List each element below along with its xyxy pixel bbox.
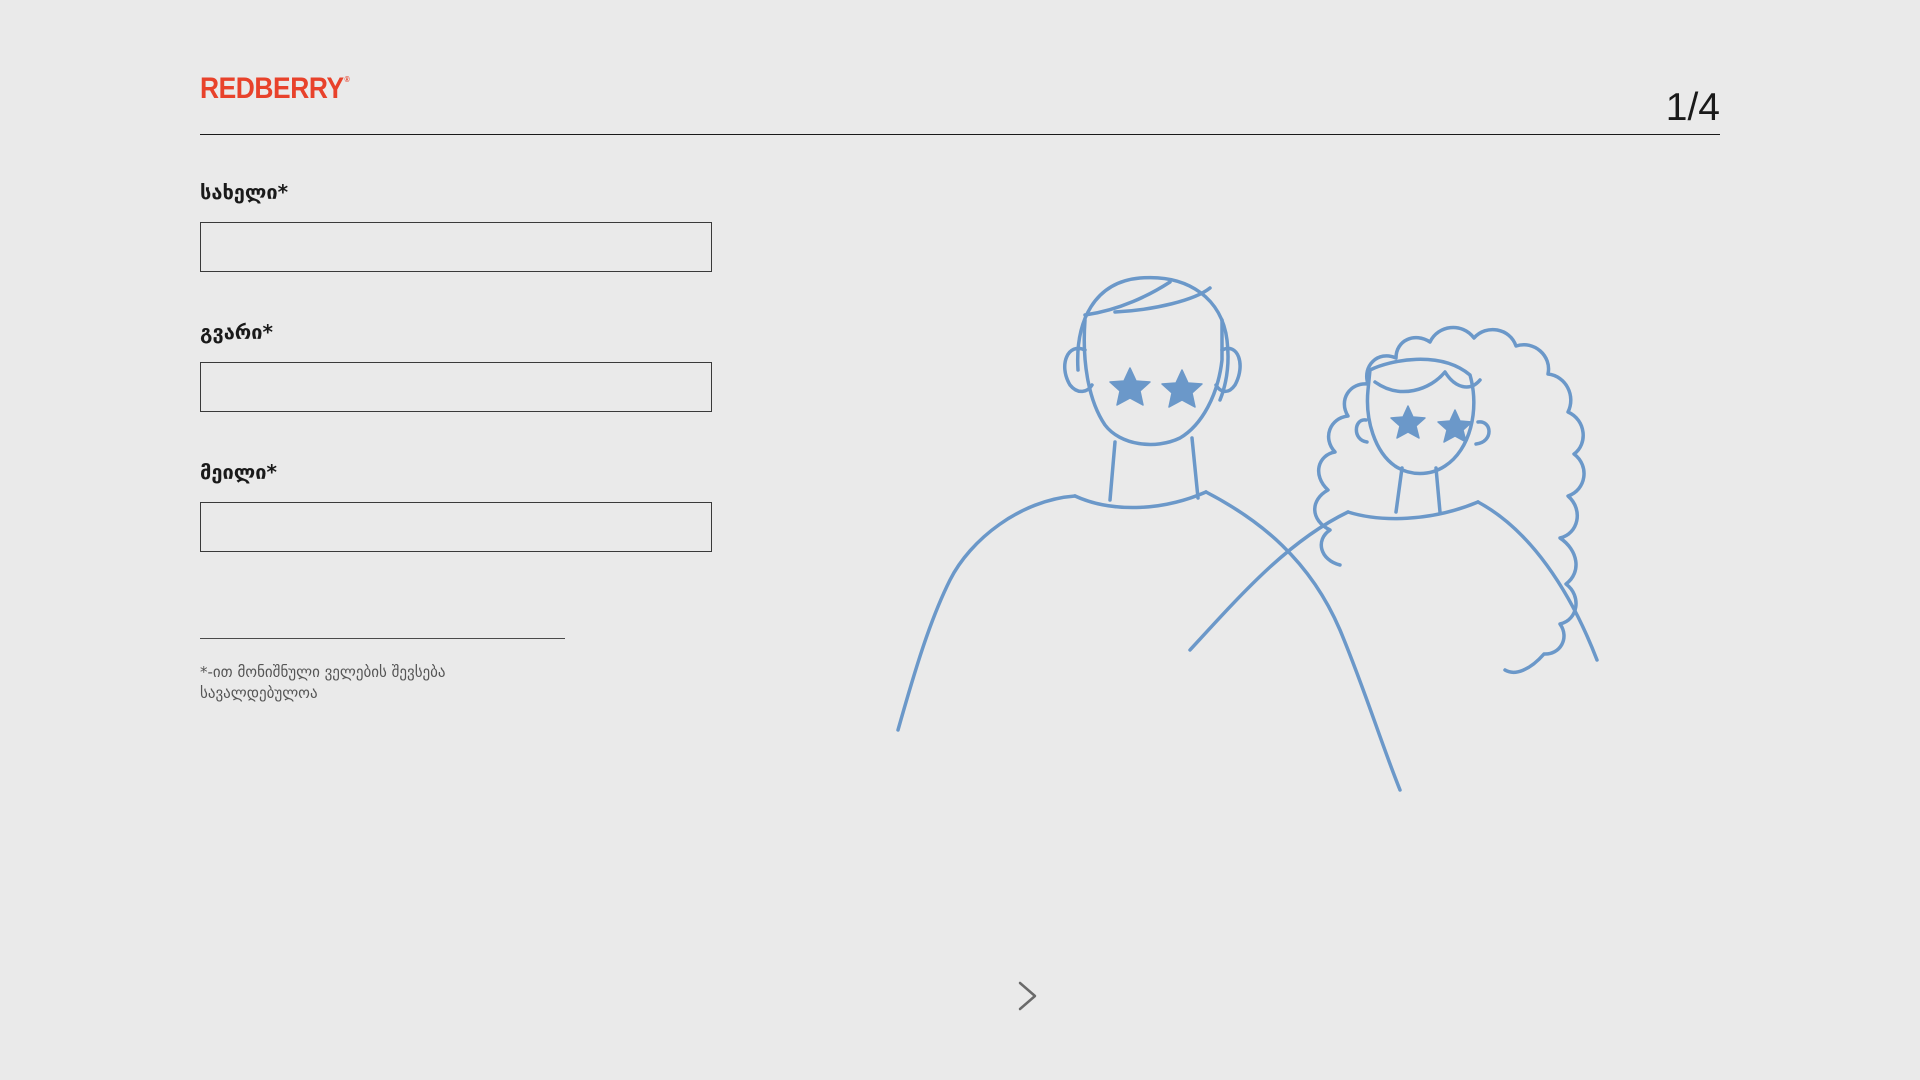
redberry-logo: REDBERRY® [200,72,350,105]
logo-registered-mark: ® [344,75,350,84]
next-button[interactable] [1010,978,1046,1014]
two-people-star-eyes-illustration [896,275,1599,792]
first-name-label: სახელი* [200,180,289,204]
email-label: მეილი* [200,460,277,484]
page-counter: 1/4 [1665,86,1720,129]
first-name-input[interactable] [200,222,712,272]
required-fields-note: *-ით მონიშნული ველების შევსება სავალდებუ… [200,663,446,702]
woman-figure [1188,325,1599,675]
chevron-right-icon [1018,981,1037,1011]
email-input[interactable] [200,502,712,552]
last-name-input[interactable] [200,362,712,412]
logo-text: REDBERRY [200,72,344,105]
last-name-label: გვარი* [200,320,273,344]
header-divider [200,134,1720,135]
note-divider [200,638,565,639]
